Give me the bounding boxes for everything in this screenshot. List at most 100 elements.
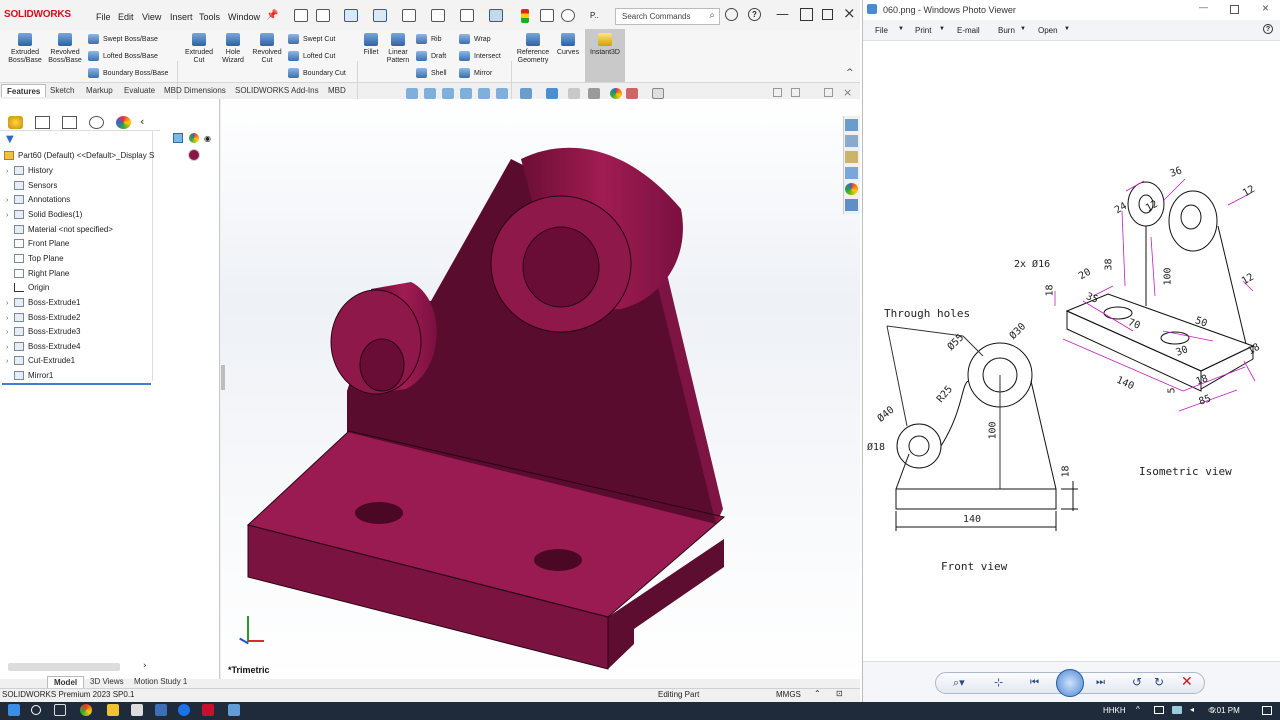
- appearance-icon[interactable]: [189, 133, 199, 143]
- boundary-cut-button[interactable]: Boundary Cut: [288, 68, 346, 78]
- home-icon[interactable]: [294, 9, 308, 22]
- maximize-button[interactable]: [822, 9, 833, 20]
- mirror-button[interactable]: Mirror: [459, 68, 492, 78]
- resources-icon[interactable]: [845, 119, 858, 131]
- tab-evaluate[interactable]: Evaluate: [119, 84, 160, 97]
- slideshow-button[interactable]: [1056, 669, 1084, 697]
- pv-close-button[interactable]: ×: [1262, 1, 1269, 15]
- feature-manager-tab-icon[interactable]: [8, 116, 23, 129]
- user-account-icon[interactable]: [725, 8, 738, 21]
- rotate-counterclockwise-icon[interactable]: ↺: [1132, 675, 1142, 689]
- undo-icon[interactable]: [431, 9, 445, 22]
- pane-splitter[interactable]: [221, 365, 225, 390]
- network-icon[interactable]: [1154, 706, 1164, 714]
- filter-icon[interactable]: ▼: [6, 134, 14, 145]
- pv-menu-print[interactable]: Print: [915, 26, 931, 35]
- monitor-icon[interactable]: [652, 88, 664, 99]
- tree-item-cut-extrude1[interactable]: › Cut-Extrude1: [6, 356, 75, 366]
- more-icon[interactable]: P..: [590, 11, 599, 20]
- tree-item-boss-extrude1[interactable]: › Boss-Extrude1: [6, 298, 80, 308]
- tab-sketch[interactable]: Sketch: [45, 84, 79, 97]
- rotate-clockwise-icon[interactable]: ↻: [1154, 675, 1164, 689]
- pv-minimize-button[interactable]: —: [1199, 2, 1208, 12]
- window-close-icon[interactable]: ×: [843, 86, 852, 99]
- linear-pattern-button[interactable]: Linear Pattern: [383, 33, 413, 65]
- tree-item-front-plane[interactable]: Front Plane: [6, 239, 69, 249]
- appearances-icon[interactable]: [845, 183, 858, 195]
- boundary-boss-button[interactable]: Boundary Boss/Base: [88, 68, 168, 78]
- dropdown-arrow-icon[interactable]: ▼: [1064, 26, 1070, 32]
- menu-file[interactable]: File: [96, 12, 111, 22]
- part-3d-model[interactable]: [221, 99, 860, 679]
- tab-solidworks-add-ins[interactable]: SOLIDWORKS Add-Ins: [230, 84, 324, 97]
- collapse-ribbon-icon[interactable]: ^: [846, 68, 854, 78]
- pv-menu-open[interactable]: Open: [1038, 26, 1058, 35]
- horizontal-scrollbar[interactable]: [8, 663, 120, 671]
- rebuild-icon[interactable]: [521, 9, 529, 23]
- property-manager-tab-icon[interactable]: [35, 116, 50, 129]
- tree-item-origin[interactable]: Origin: [6, 283, 49, 293]
- tree-item-solid-bodies[interactable]: › Solid Bodies(1): [6, 210, 82, 220]
- hole-wizard-button[interactable]: Hole Wizard: [216, 33, 250, 65]
- menu-window[interactable]: Window: [228, 12, 260, 22]
- swept-boss-button[interactable]: Swept Boss/Base: [88, 34, 158, 44]
- tab-motion-study[interactable]: Motion Study 1: [128, 676, 193, 687]
- eye-icon[interactable]: ◉: [204, 134, 211, 143]
- tree-item-right-plane[interactable]: Right Plane: [6, 269, 69, 279]
- pv-menu-email[interactable]: E-mail: [957, 26, 980, 35]
- open-icon[interactable]: [344, 9, 358, 22]
- part-color-swatch[interactable]: [188, 149, 200, 161]
- tree-item-annotations[interactable]: › Annotations: [6, 195, 70, 205]
- options-gear-icon[interactable]: [561, 9, 575, 22]
- new-document-icon[interactable]: [316, 9, 330, 22]
- section-view-icon[interactable]: [460, 88, 472, 99]
- apply-scene-icon[interactable]: [588, 88, 600, 99]
- window-maximize-icon[interactable]: [824, 88, 833, 97]
- pv-help-icon[interactable]: ?: [1263, 24, 1273, 34]
- menu-tools[interactable]: Tools: [199, 12, 220, 22]
- wrap-button[interactable]: Wrap: [459, 34, 491, 44]
- input-language[interactable]: HHKH: [1103, 706, 1126, 715]
- cube-display-icon[interactable]: [173, 133, 183, 143]
- reference-geometry-button[interactable]: Reference Geometry: [513, 33, 553, 65]
- units-dropdown-icon[interactable]: ⌃: [814, 689, 821, 698]
- tree-root-part[interactable]: Part60 (Default) <<Default>_Display S: [4, 151, 154, 161]
- lofted-boss-button[interactable]: Lofted Boss/Base: [88, 51, 158, 61]
- instant3d-button[interactable]: Instant3D: [585, 29, 625, 82]
- file-explorer-icon[interactable]: [845, 151, 858, 163]
- tree-item-top-plane[interactable]: Top Plane: [6, 254, 64, 264]
- pv-menu-file[interactable]: File: [875, 26, 888, 35]
- tree-item-material[interactable]: Material <not specified>: [6, 225, 113, 235]
- view-orientation-icon[interactable]: [496, 88, 508, 99]
- hide-show-items-icon[interactable]: [546, 88, 558, 99]
- solidworks-taskbar-icon[interactable]: [202, 704, 214, 716]
- print-icon[interactable]: [402, 9, 416, 22]
- restore-button[interactable]: [800, 8, 813, 21]
- pv-maximize-button[interactable]: [1230, 5, 1239, 14]
- delete-icon[interactable]: ✕: [1181, 674, 1193, 690]
- menu-view[interactable]: View: [142, 12, 161, 22]
- fillet-button[interactable]: Fillet: [358, 33, 384, 57]
- design-library-icon[interactable]: [845, 135, 858, 147]
- realview-icon[interactable]: [626, 88, 638, 99]
- dropdown-arrow-icon[interactable]: ▼: [898, 26, 904, 32]
- configuration-manager-tab-icon[interactable]: [62, 116, 77, 129]
- zoom-icon[interactable]: ⌕▾: [953, 676, 965, 690]
- tree-item-boss-extrude2[interactable]: › Boss-Extrude2: [6, 313, 80, 323]
- actual-size-icon[interactable]: ⊹: [994, 676, 1003, 689]
- pv-menu-burn[interactable]: Burn: [998, 26, 1015, 35]
- collapse-pane-icon[interactable]: ‹: [140, 115, 144, 128]
- previous-image-icon[interactable]: ⏮: [1030, 677, 1039, 688]
- volume-icon[interactable]: ◂: [1190, 705, 1194, 714]
- close-button[interactable]: ×: [843, 6, 856, 21]
- select-icon[interactable]: [489, 9, 503, 22]
- save-icon[interactable]: [373, 9, 387, 22]
- file-properties-icon[interactable]: [540, 9, 554, 22]
- lofted-cut-button[interactable]: Lofted Cut: [288, 51, 335, 61]
- photo-viewer-taskbar-icon[interactable]: [228, 704, 240, 716]
- chrome-icon[interactable]: [80, 704, 92, 716]
- search-commands-input[interactable]: Search Commands ⌕: [615, 8, 720, 25]
- menu-edit[interactable]: Edit: [118, 12, 134, 22]
- tree-item-history[interactable]: › History: [6, 166, 53, 176]
- help-icon[interactable]: ?: [748, 8, 761, 21]
